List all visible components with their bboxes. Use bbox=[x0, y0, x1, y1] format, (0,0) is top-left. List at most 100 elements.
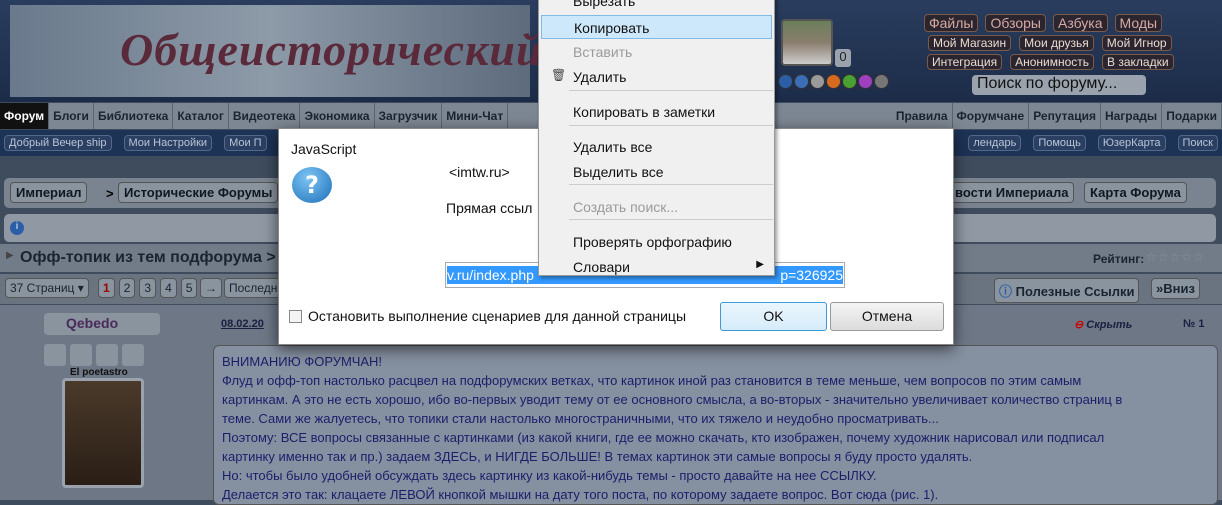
link-files[interactable]: Файлы bbox=[924, 14, 979, 32]
page-link[interactable]: 5 bbox=[180, 278, 198, 298]
context-menu-label: Выделить все bbox=[573, 164, 664, 180]
context-menu-item[interactable]: 🗑 Удалить bbox=[541, 65, 772, 89]
ok-button[interactable]: OK bbox=[720, 302, 827, 331]
nav-tab[interactable]: Форумчане bbox=[953, 103, 1030, 129]
subnav-link[interactable]: Помощь bbox=[1033, 135, 1086, 151]
subnav-link[interactable]: Мои П bbox=[224, 135, 267, 151]
link-bookmarks[interactable]: В закладки bbox=[1102, 54, 1174, 70]
top-links: Файлы Обзоры Азбука Моды bbox=[924, 14, 1163, 32]
post-text-line: картинкам. А это не есть хорошо, ибо во-… bbox=[222, 392, 1123, 407]
post-text-line: теме. Сами же жалуетесь, что топики стал… bbox=[222, 411, 939, 426]
menu-separator bbox=[569, 184, 773, 185]
page-link[interactable]: 1 bbox=[98, 278, 115, 298]
info-icon[interactable]: i bbox=[10, 221, 24, 235]
post-date-link[interactable]: 08.02.20 bbox=[221, 318, 264, 330]
breadcrumb-imperial[interactable]: Империал bbox=[10, 182, 88, 203]
next-page-button[interactable]: → bbox=[200, 278, 222, 298]
expand-icon[interactable]: ▶ bbox=[6, 250, 14, 261]
user-links: Мой Магазин Мои друзья Мой Игнор bbox=[928, 35, 1172, 51]
context-menu-item[interactable]: Копировать в заметки bbox=[541, 100, 772, 124]
down-button[interactable]: »Вниз bbox=[1151, 278, 1200, 299]
color-theme-button[interactable] bbox=[778, 74, 793, 89]
cancel-button[interactable]: Отмена bbox=[830, 302, 944, 331]
profile-icon[interactable] bbox=[44, 344, 66, 366]
page-link[interactable]: 4 bbox=[160, 278, 177, 298]
last-page-button[interactable]: Последн bbox=[224, 278, 283, 298]
context-menu-label: Проверять орфографию bbox=[573, 234, 732, 250]
page-link[interactable]: 3 bbox=[139, 278, 157, 298]
useful-links-button[interactable]: ⓘ Полезные Ссылки bbox=[994, 278, 1140, 303]
nav-tab[interactable]: Библиотека bbox=[94, 103, 174, 129]
link-my-friends[interactable]: Мои друзья bbox=[1019, 35, 1094, 51]
context-menu-item[interactable]: Словари ▶ bbox=[541, 255, 772, 279]
link-imperial-news[interactable]: вости Империала bbox=[949, 182, 1075, 203]
subnav-link[interactable]: ЮзерКарта bbox=[1097, 135, 1166, 151]
username-link[interactable]: Qebedo bbox=[44, 313, 160, 335]
context-menu-label: Удалить bbox=[573, 69, 627, 85]
dialog-message: Прямая ссыл bbox=[446, 200, 533, 216]
nav-tab[interactable]: Репутация bbox=[1029, 103, 1101, 129]
rating-stars[interactable]: ☆☆☆☆☆ bbox=[1146, 250, 1205, 264]
user-avatar[interactable] bbox=[781, 19, 833, 66]
context-menu-label: Создать поиск... bbox=[573, 199, 679, 215]
link-my-ignore[interactable]: Мой Игнор bbox=[1101, 35, 1172, 51]
ignore-icon[interactable] bbox=[96, 344, 118, 366]
link-my-shop[interactable]: Мой Магазин bbox=[928, 35, 1012, 51]
context-menu-item[interactable]: Копировать bbox=[541, 15, 772, 39]
rating-label: Рейтинг: bbox=[1093, 252, 1145, 266]
nav-tab[interactable]: Каталог bbox=[173, 103, 229, 129]
context-menu-item[interactable]: Проверять орфографию bbox=[541, 230, 772, 254]
user-action-icons bbox=[44, 344, 144, 366]
forum-search-input[interactable]: Поиск по форуму... bbox=[972, 75, 1146, 95]
user-avatar-portrait[interactable] bbox=[62, 378, 144, 488]
context-menu-item: Вставить bbox=[541, 40, 772, 64]
pages-dropdown[interactable]: 37 Страниц ▾ bbox=[5, 278, 89, 298]
subnav-link[interactable]: Добрый Вечер ship bbox=[4, 135, 112, 151]
color-theme-button[interactable] bbox=[810, 74, 825, 89]
nav-tab[interactable]: Форум bbox=[0, 103, 50, 129]
post-number[interactable]: № 1 bbox=[1183, 318, 1204, 330]
subnav-link[interactable]: лендарь bbox=[968, 135, 1022, 151]
link-abc[interactable]: Азбука bbox=[1052, 14, 1108, 32]
subnav-link[interactable]: Поиск bbox=[1177, 135, 1218, 151]
color-theme-button[interactable] bbox=[842, 74, 857, 89]
breadcrumb-separator: > bbox=[106, 186, 114, 201]
notification-count[interactable]: 0 bbox=[835, 49, 851, 67]
page-link[interactable]: 2 bbox=[118, 278, 136, 298]
nav-tab[interactable]: Экономика bbox=[300, 103, 375, 129]
nav-tab[interactable]: Награды bbox=[1101, 103, 1163, 129]
stop-scripts-label: Остановить выполнение сценариев для данн… bbox=[308, 308, 686, 324]
nav-tab[interactable]: Видеотека bbox=[229, 103, 301, 129]
site-logo[interactable]: Общеисторический bbox=[10, 5, 542, 97]
link-anonymity[interactable]: Анонимность bbox=[1010, 54, 1095, 70]
context-menu-item: Создать поиск... bbox=[541, 195, 772, 219]
nav-tab[interactable]: Правила bbox=[892, 103, 953, 129]
nav-tab[interactable]: Загрузчик bbox=[375, 103, 443, 129]
submenu-arrow-icon: ▶ bbox=[756, 259, 764, 270]
down-label: Вниз bbox=[1163, 281, 1195, 296]
context-menu-item[interactable]: Удалить все bbox=[541, 135, 772, 159]
add-friend-icon[interactable] bbox=[70, 344, 92, 366]
context-menu-item[interactable]: Выделить все bbox=[541, 160, 772, 184]
breadcrumb-historical-forums[interactable]: Исторические Форумы bbox=[118, 182, 279, 203]
color-theme-button[interactable] bbox=[826, 74, 841, 89]
color-theme-button[interactable] bbox=[858, 74, 873, 89]
link-integration[interactable]: Интеграция bbox=[927, 54, 1003, 70]
link-reviews[interactable]: Обзоры bbox=[985, 14, 1046, 32]
message-icon[interactable] bbox=[122, 344, 144, 366]
hide-post-button[interactable]: ⊖ Скрыть bbox=[1074, 318, 1132, 331]
link-forum-map[interactable]: Карта Форума bbox=[1084, 182, 1187, 203]
post-text-line: картинку именно так и пр.) задаем ЗДЕСЬ,… bbox=[222, 449, 973, 464]
nav-tab[interactable]: Мини-Чат bbox=[442, 103, 509, 129]
subnav-link[interactable]: Мои Настройки bbox=[123, 135, 213, 151]
url-text-end: p=326925 bbox=[780, 267, 843, 283]
context-menu-label: Вырезать bbox=[573, 0, 636, 9]
nav-tab[interactable]: Блоги bbox=[49, 103, 94, 129]
color-theme-button[interactable] bbox=[794, 74, 809, 89]
color-theme-button[interactable] bbox=[874, 74, 889, 89]
url-text-start: v.ru/index.php bbox=[447, 267, 534, 283]
context-menu-item[interactable]: Вырезать bbox=[541, 0, 772, 13]
stop-scripts-checkbox[interactable] bbox=[289, 310, 302, 323]
nav-tab[interactable]: Подарки bbox=[1162, 103, 1222, 129]
link-mods[interactable]: Моды bbox=[1114, 14, 1163, 32]
